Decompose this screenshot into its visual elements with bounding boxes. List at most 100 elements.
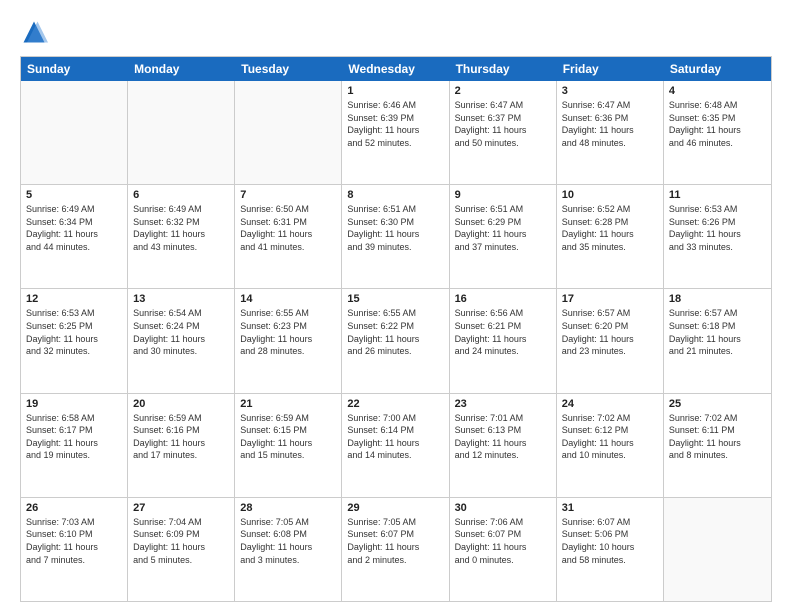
cell-info: Sunrise: 7:02 AM Sunset: 6:12 PM Dayligh… xyxy=(562,412,658,462)
calendar-cell-16: 16 Sunrise: 6:56 AM Sunset: 6:21 PM Dayli… xyxy=(450,289,557,392)
cell-info: Sunrise: 6:55 AM Sunset: 6:23 PM Dayligh… xyxy=(240,307,336,357)
cell-info: Sunrise: 7:02 AM Sunset: 6:11 PM Dayligh… xyxy=(669,412,766,462)
calendar-cell-25: 25 Sunrise: 7:02 AM Sunset: 6:11 PM Dayli… xyxy=(664,394,771,497)
cell-info: Sunrise: 6:56 AM Sunset: 6:21 PM Dayligh… xyxy=(455,307,551,357)
cell-info: Sunrise: 6:52 AM Sunset: 6:28 PM Dayligh… xyxy=(562,203,658,253)
cell-info: Sunrise: 7:04 AM Sunset: 6:09 PM Dayligh… xyxy=(133,516,229,566)
day-number: 21 xyxy=(240,398,336,410)
header-day-wednesday: Wednesday xyxy=(342,57,449,81)
day-number: 13 xyxy=(133,293,229,305)
header-day-friday: Friday xyxy=(557,57,664,81)
header-day-monday: Monday xyxy=(128,57,235,81)
cell-info: Sunrise: 6:47 AM Sunset: 6:36 PM Dayligh… xyxy=(562,99,658,149)
day-number: 14 xyxy=(240,293,336,305)
day-number: 1 xyxy=(347,85,443,97)
calendar-cell-11: 11Sunrise: 6:53 AM Sunset: 6:26 PM Dayli… xyxy=(664,185,771,288)
header xyxy=(20,18,772,46)
header-day-sunday: Sunday xyxy=(21,57,128,81)
day-number: 19 xyxy=(26,398,122,410)
calendar-cell-8: 8 Sunrise: 6:51 AM Sunset: 6:30 PM Daylig… xyxy=(342,185,449,288)
cell-info: Sunrise: 6:51 AM Sunset: 6:29 PM Dayligh… xyxy=(455,203,551,253)
day-number: 17 xyxy=(562,293,658,305)
cell-info: Sunrise: 7:00 AM Sunset: 6:14 PM Dayligh… xyxy=(347,412,443,462)
cell-info: Sunrise: 6:50 AM Sunset: 6:31 PM Dayligh… xyxy=(240,203,336,253)
calendar-cell-23: 23Sunrise: 7:01 AM Sunset: 6:13 PM Dayli… xyxy=(450,394,557,497)
cell-info: Sunrise: 6:47 AM Sunset: 6:37 PM Dayligh… xyxy=(455,99,551,149)
cell-info: Sunrise: 6:48 AM Sunset: 6:35 PM Dayligh… xyxy=(669,99,766,149)
calendar-cell-2: 2 Sunrise: 6:47 AM Sunset: 6:37 PM Daylig… xyxy=(450,81,557,184)
day-number: 4 xyxy=(669,85,766,97)
day-number: 18 xyxy=(669,293,766,305)
day-number: 26 xyxy=(26,502,122,514)
day-number: 12 xyxy=(26,293,122,305)
cell-info: Sunrise: 6:49 AM Sunset: 6:32 PM Dayligh… xyxy=(133,203,229,253)
cell-info: Sunrise: 7:06 AM Sunset: 6:07 PM Dayligh… xyxy=(455,516,551,566)
calendar-cell-empty xyxy=(235,81,342,184)
day-number: 5 xyxy=(26,189,122,201)
day-number: 27 xyxy=(133,502,229,514)
day-number: 22 xyxy=(347,398,443,410)
header-day-tuesday: Tuesday xyxy=(235,57,342,81)
calendar-cell-15: 15Sunrise: 6:55 AM Sunset: 6:22 PM Dayli… xyxy=(342,289,449,392)
calendar-row-2: 12 Sunrise: 6:53 AM Sunset: 6:25 PM Dayli… xyxy=(21,289,771,393)
day-number: 24 xyxy=(562,398,658,410)
day-number: 29 xyxy=(347,502,443,514)
calendar-cell-14: 14 Sunrise: 6:55 AM Sunset: 6:23 PM Dayli… xyxy=(235,289,342,392)
cell-info: Sunrise: 6:51 AM Sunset: 6:30 PM Dayligh… xyxy=(347,203,443,253)
calendar-cell-5: 5 Sunrise: 6:49 AM Sunset: 6:34 PM Daylig… xyxy=(21,185,128,288)
calendar-cell-22: 22 Sunrise: 7:00 AM Sunset: 6:14 PM Dayli… xyxy=(342,394,449,497)
day-number: 31 xyxy=(562,502,658,514)
page: SundayMondayTuesdayWednesdayThursdayFrid… xyxy=(0,0,792,612)
day-number: 23 xyxy=(455,398,551,410)
calendar-body: 1Sunrise: 6:46 AM Sunset: 6:39 PM Daylig… xyxy=(21,81,771,601)
calendar: SundayMondayTuesdayWednesdayThursdayFrid… xyxy=(20,56,772,602)
calendar-cell-empty xyxy=(664,498,771,601)
cell-info: Sunrise: 6:53 AM Sunset: 6:26 PM Dayligh… xyxy=(669,203,766,253)
calendar-cell-29: 29 Sunrise: 7:05 AM Sunset: 6:07 PM Dayli… xyxy=(342,498,449,601)
calendar-cell-3: 3Sunrise: 6:47 AM Sunset: 6:36 PM Daylig… xyxy=(557,81,664,184)
day-number: 8 xyxy=(347,189,443,201)
cell-info: Sunrise: 7:05 AM Sunset: 6:07 PM Dayligh… xyxy=(347,516,443,566)
cell-info: Sunrise: 6:49 AM Sunset: 6:34 PM Dayligh… xyxy=(26,203,122,253)
calendar-row-4: 26Sunrise: 7:03 AM Sunset: 6:10 PM Dayli… xyxy=(21,498,771,601)
calendar-cell-27: 27 Sunrise: 7:04 AM Sunset: 6:09 PM Dayli… xyxy=(128,498,235,601)
calendar-cell-7: 7 Sunrise: 6:50 AM Sunset: 6:31 PM Daylig… xyxy=(235,185,342,288)
logo-icon xyxy=(20,18,48,46)
day-number: 25 xyxy=(669,398,766,410)
day-number: 30 xyxy=(455,502,551,514)
calendar-cell-30: 30 Sunrise: 7:06 AM Sunset: 6:07 PM Dayli… xyxy=(450,498,557,601)
day-number: 9 xyxy=(455,189,551,201)
calendar-header: SundayMondayTuesdayWednesdayThursdayFrid… xyxy=(21,57,771,81)
calendar-cell-empty xyxy=(128,81,235,184)
calendar-cell-19: 19 Sunrise: 6:58 AM Sunset: 6:17 PM Dayli… xyxy=(21,394,128,497)
header-day-thursday: Thursday xyxy=(450,57,557,81)
calendar-cell-4: 4 Sunrise: 6:48 AM Sunset: 6:35 PM Daylig… xyxy=(664,81,771,184)
day-number: 20 xyxy=(133,398,229,410)
cell-info: Sunrise: 6:54 AM Sunset: 6:24 PM Dayligh… xyxy=(133,307,229,357)
calendar-cell-26: 26Sunrise: 7:03 AM Sunset: 6:10 PM Dayli… xyxy=(21,498,128,601)
day-number: 10 xyxy=(562,189,658,201)
cell-info: Sunrise: 6:53 AM Sunset: 6:25 PM Dayligh… xyxy=(26,307,122,357)
calendar-cell-10: 10 Sunrise: 6:52 AM Sunset: 6:28 PM Dayli… xyxy=(557,185,664,288)
day-number: 6 xyxy=(133,189,229,201)
cell-info: Sunrise: 6:58 AM Sunset: 6:17 PM Dayligh… xyxy=(26,412,122,462)
cell-info: Sunrise: 6:07 AM Sunset: 5:06 PM Dayligh… xyxy=(562,516,658,566)
cell-info: Sunrise: 6:55 AM Sunset: 6:22 PM Dayligh… xyxy=(347,307,443,357)
calendar-row-1: 5 Sunrise: 6:49 AM Sunset: 6:34 PM Daylig… xyxy=(21,185,771,289)
logo xyxy=(20,18,52,46)
day-number: 28 xyxy=(240,502,336,514)
day-number: 16 xyxy=(455,293,551,305)
calendar-cell-6: 6 Sunrise: 6:49 AM Sunset: 6:32 PM Daylig… xyxy=(128,185,235,288)
calendar-cell-24: 24 Sunrise: 7:02 AM Sunset: 6:12 PM Dayli… xyxy=(557,394,664,497)
cell-info: Sunrise: 7:05 AM Sunset: 6:08 PM Dayligh… xyxy=(240,516,336,566)
calendar-cell-18: 18Sunrise: 6:57 AM Sunset: 6:18 PM Dayli… xyxy=(664,289,771,392)
cell-info: Sunrise: 6:57 AM Sunset: 6:20 PM Dayligh… xyxy=(562,307,658,357)
day-number: 7 xyxy=(240,189,336,201)
day-number: 2 xyxy=(455,85,551,97)
calendar-cell-9: 9 Sunrise: 6:51 AM Sunset: 6:29 PM Daylig… xyxy=(450,185,557,288)
calendar-cell-20: 20Sunrise: 6:59 AM Sunset: 6:16 PM Dayli… xyxy=(128,394,235,497)
calendar-cell-13: 13 Sunrise: 6:54 AM Sunset: 6:24 PM Dayli… xyxy=(128,289,235,392)
calendar-cell-1: 1Sunrise: 6:46 AM Sunset: 6:39 PM Daylig… xyxy=(342,81,449,184)
header-day-saturday: Saturday xyxy=(664,57,771,81)
calendar-cell-31: 31 Sunrise: 6:07 AM Sunset: 5:06 PM Dayli… xyxy=(557,498,664,601)
